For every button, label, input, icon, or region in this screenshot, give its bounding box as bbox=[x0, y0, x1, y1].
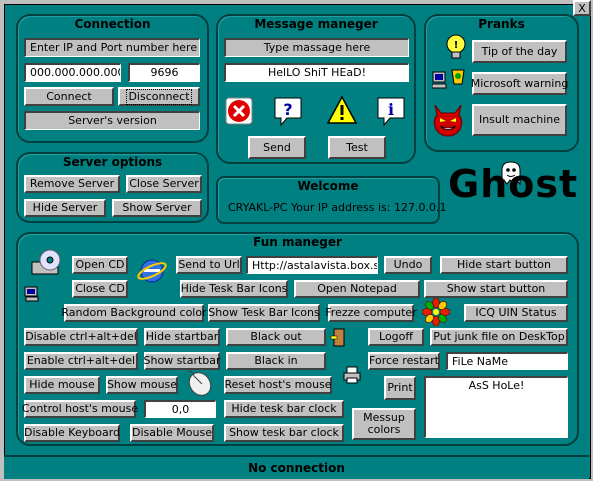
message-panel: Message maneger bbox=[216, 14, 416, 164]
test-button[interactable]: Test bbox=[328, 136, 386, 159]
enable-ctrl-alt-del-button[interactable]: Enable ctrl+alt+del bbox=[24, 352, 138, 370]
mouse-icon bbox=[187, 371, 212, 396]
disable-keyboard-button[interactable]: Disable Keyboard bbox=[24, 424, 120, 442]
disconnect-button[interactable]: Disconnect bbox=[118, 87, 200, 106]
cd-drive-icon bbox=[31, 249, 61, 275]
ip-port-label: Enter IP and Port number here bbox=[24, 38, 200, 57]
messup-colors-button[interactable]: Messup colors bbox=[352, 408, 416, 440]
svg-text:!: ! bbox=[454, 40, 459, 51]
hide-startbar-button[interactable]: Hide startbar bbox=[144, 328, 220, 346]
welcome-panel: Welcome bbox=[216, 176, 440, 224]
hide-clock-button[interactable]: Hide tesk bar clock bbox=[224, 400, 344, 418]
remove-server-button[interactable]: Remove Server bbox=[24, 175, 120, 193]
server-options-title: Server options bbox=[62, 155, 163, 169]
random-background-button[interactable]: Random Background color bbox=[61, 304, 207, 322]
show-server-button[interactable]: Show Server bbox=[112, 199, 202, 217]
logoff-button[interactable]: Logoff bbox=[368, 328, 424, 346]
hide-mouse-button[interactable]: Hide mouse bbox=[24, 376, 100, 394]
fun-manager-title: Fun maneger bbox=[253, 235, 342, 249]
undo-button[interactable]: Undo bbox=[384, 256, 432, 274]
tip-of-the-day-button[interactable]: Tip of the day bbox=[472, 40, 567, 63]
devil-icon bbox=[433, 104, 463, 137]
icq-flower-icon bbox=[422, 298, 450, 326]
reset-mouse-button[interactable]: Reset host's mouse bbox=[224, 376, 332, 394]
printer-icon bbox=[343, 366, 361, 384]
message-type-label: Type massage here bbox=[224, 38, 409, 57]
open-cd-button[interactable]: Open CD bbox=[72, 256, 128, 274]
send-to-url-button[interactable]: Send to Url bbox=[176, 256, 242, 274]
lightbulb-icon: ! bbox=[446, 34, 466, 59]
welcome-title: Welcome bbox=[297, 179, 359, 193]
ip-field[interactable]: 000.000.000.000 bbox=[24, 63, 121, 82]
welcome-text: CRYAKL-PC Your IP address is: 127.0.0.1 bbox=[228, 201, 447, 214]
internet-explorer-icon bbox=[137, 259, 167, 283]
info-icon[interactable]: i bbox=[374, 94, 408, 128]
svg-text:?: ? bbox=[283, 100, 292, 119]
black-out-button[interactable]: Black out bbox=[226, 328, 326, 346]
server-version-label: Server's version bbox=[24, 111, 200, 130]
print-button[interactable]: Print bbox=[384, 376, 416, 400]
disable-mouse-button[interactable]: Disable Mouse bbox=[130, 424, 214, 442]
port-field[interactable]: 9696 bbox=[128, 63, 200, 82]
insult-machine-button[interactable]: Insult machine bbox=[472, 104, 567, 136]
show-taskbar-icons-button[interactable]: Show Tesk Bar Icons bbox=[208, 304, 320, 322]
show-clock-button[interactable]: Show tesk bar clock bbox=[224, 424, 344, 442]
open-notepad-button[interactable]: Open Notepad bbox=[294, 280, 420, 298]
question-icon[interactable]: ? bbox=[271, 94, 305, 128]
computer-warning-icon bbox=[432, 69, 465, 89]
warning-icon[interactable] bbox=[326, 95, 358, 125]
close-server-button[interactable]: Close Server bbox=[126, 175, 202, 193]
status-text: No connection bbox=[248, 461, 345, 475]
control-mouse-button[interactable]: Control host's mouse bbox=[22, 400, 138, 418]
print-text-area[interactable]: AsS HoLe! bbox=[424, 376, 568, 438]
ghost-logo: Ghost bbox=[448, 162, 579, 206]
status-bar: No connection bbox=[4, 455, 589, 479]
url-field[interactable]: Http://astalavista.box.sk bbox=[246, 256, 378, 274]
show-start-button-button[interactable]: Show start button bbox=[424, 280, 568, 298]
error-icon[interactable] bbox=[224, 96, 254, 126]
message-input[interactable]: HelLO ShiT HEaD! bbox=[224, 63, 409, 82]
black-in-button[interactable]: Black in bbox=[226, 352, 326, 370]
message-title: Message maneger bbox=[254, 17, 378, 31]
coords-field[interactable]: 0,0 bbox=[144, 400, 216, 418]
close-button[interactable]: X bbox=[573, 0, 591, 16]
hide-taskbar-icons-button[interactable]: Hide Tesk Bar Icons bbox=[180, 280, 288, 298]
send-button[interactable]: Send bbox=[248, 136, 306, 159]
hide-server-button[interactable]: Hide Server bbox=[24, 199, 106, 217]
icq-status-button[interactable]: ICQ UIN Status bbox=[464, 304, 568, 322]
computer-icon bbox=[24, 286, 39, 302]
pranks-title: Pranks bbox=[478, 17, 525, 31]
close-cd-button[interactable]: Close CD bbox=[72, 280, 128, 298]
connect-button[interactable]: Connect bbox=[24, 87, 114, 106]
microsoft-warning-button[interactable]: Microsoft warning bbox=[471, 72, 568, 95]
force-restart-button[interactable]: Force restart bbox=[368, 352, 440, 370]
connection-title: Connection bbox=[74, 17, 151, 31]
freeze-computer-button[interactable]: Frezze computer bbox=[325, 304, 417, 322]
disable-ctrl-alt-del-button[interactable]: Disable ctrl+alt+del bbox=[24, 328, 138, 346]
show-mouse-button[interactable]: Show mouse bbox=[106, 376, 178, 394]
junk-file-button[interactable]: Put junk file on DeskTop bbox=[430, 328, 568, 346]
logoff-door-icon bbox=[330, 328, 345, 347]
svg-text:i: i bbox=[388, 100, 394, 119]
hide-start-button-button[interactable]: Hide start button bbox=[440, 256, 568, 274]
print-text: AsS HoLe! bbox=[468, 379, 525, 392]
filename-field[interactable]: FiLe NaMe bbox=[446, 352, 568, 370]
